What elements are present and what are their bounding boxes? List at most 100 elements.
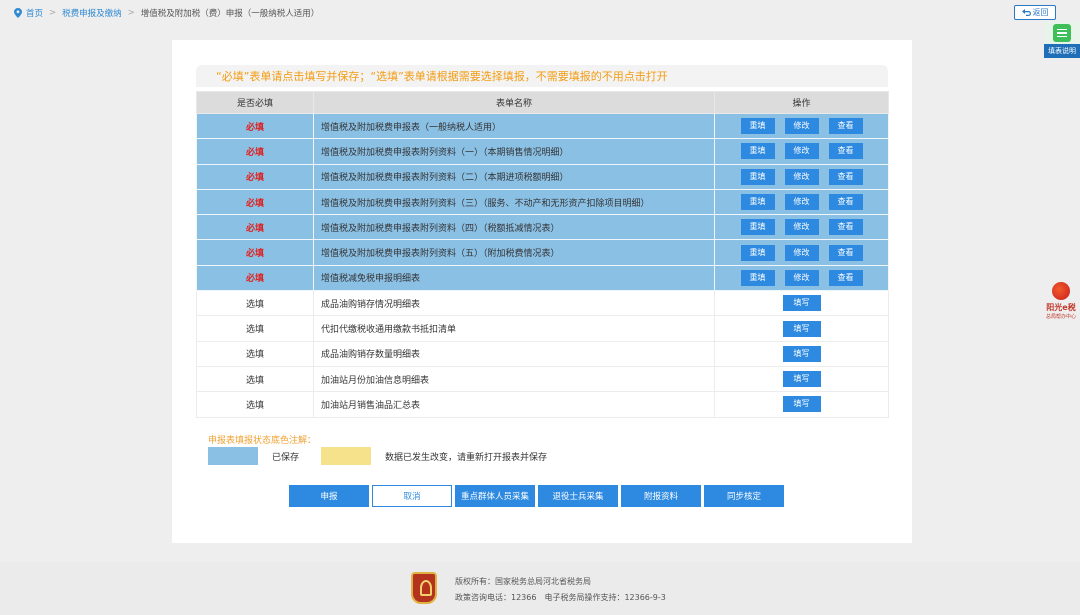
- refill-button[interactable]: 重填: [740, 244, 775, 261]
- table-row-required: 必填 增值税及附加税费申报表附列资料（四）（税额抵减情况表） 重填 修改 查看: [196, 214, 889, 241]
- header-required: 是否必填: [196, 91, 314, 114]
- required-cell: 必填: [196, 138, 314, 165]
- optional-cell: 选填: [196, 365, 314, 393]
- actions-cell: 重填 修改 查看: [714, 112, 889, 140]
- table-row-required: 必填 增值税及附加税费申报表附列资料（五）（附加税费情况表） 重填 修改 查看: [196, 239, 889, 266]
- actions-cell: 填写: [714, 340, 889, 367]
- edit-button[interactable]: 修改: [784, 244, 819, 261]
- back-button[interactable]: 返回: [1014, 5, 1056, 20]
- form-name-cell[interactable]: 加油站月份加油信息明细表: [313, 365, 715, 393]
- edit-button[interactable]: 修改: [784, 143, 819, 160]
- form-name-cell[interactable]: 增值税减免税申报明细表: [313, 264, 715, 292]
- actions-cell: 重填 修改 查看: [714, 264, 889, 292]
- refill-button[interactable]: 重填: [740, 194, 775, 211]
- form-name-cell[interactable]: 增值税及附加税费申报表附列资料（一）（本期销售情况明细）: [313, 138, 715, 165]
- table-header-row: 是否必填 表单名称 操作: [196, 91, 889, 114]
- required-label: 必填: [245, 198, 264, 209]
- header-actions: 操作: [714, 91, 889, 114]
- form-name-cell[interactable]: 增值税及附加税费申报表附列资料（五）（附加税费情况表）: [313, 239, 715, 266]
- actions-cell: 重填 修改 查看: [714, 239, 889, 266]
- form-name-cell[interactable]: 代扣代缴税收通用缴款书抵扣清单: [313, 315, 715, 342]
- view-button[interactable]: 查看: [828, 143, 863, 160]
- footer-contact: 政策咨询电话：12366 电子税务局操作支持：12366-9-3: [455, 593, 666, 602]
- form-instructions-label: 填表说明: [1044, 44, 1080, 58]
- form-name-cell[interactable]: 增值税及附加税费申报表（一般纳税人适用）: [313, 112, 715, 140]
- footer: 版权所有：国家税务总局河北省税务局 政策咨询电话：12366 电子税务局操作支持…: [0, 562, 1080, 615]
- required-label: 必填: [245, 173, 264, 184]
- edit-button[interactable]: 修改: [784, 219, 819, 236]
- form-name-cell[interactable]: 成品油购销存情况明细表: [313, 290, 715, 317]
- breadcrumb-separator: >: [49, 8, 57, 18]
- fill-button[interactable]: 填写: [782, 396, 821, 413]
- view-button[interactable]: 查看: [828, 269, 863, 286]
- required-label: 必填: [245, 249, 264, 260]
- table-row-optional: 选填 代扣代缴税收通用缴款书抵扣清单 填写: [196, 315, 889, 342]
- sunshine-etax-widget[interactable]: 阳光e税 总局帮办中心: [1042, 282, 1080, 326]
- table-row-required: 必填 增值税及附加税费申报表（一般纳税人适用） 重填 修改 查看: [196, 112, 889, 140]
- form-name-cell[interactable]: 加油站月销售油品汇总表: [313, 391, 715, 418]
- forms-table: 是否必填 表单名称 操作 必填 增值税及附加税费申报表（一般纳税人适用） 重填 修改查…: [196, 91, 889, 418]
- optional-cell: 选填: [196, 315, 314, 342]
- table-row-required: 必填 增值税及附加税费申报表附列资料（二）（本期进项税额明细） 重填 修改 查看: [196, 163, 889, 190]
- tax-bureau-emblem-icon: [411, 572, 437, 604]
- footer-copyright: 版权所有：国家税务总局河北省税务局: [455, 577, 591, 586]
- table-row-required: 必填 增值税减免税申报明细表 重填 修改 查看: [196, 264, 889, 292]
- optional-cell: 选填: [196, 290, 314, 317]
- submit-declaration-button[interactable]: 申报: [289, 485, 369, 507]
- breadcrumb-separator: >: [127, 8, 135, 18]
- form-name-cell[interactable]: 成品油购销存数量明细表: [313, 340, 715, 367]
- changed-legend-text: 数据已发生改变，请重新打开报表并保存: [385, 452, 548, 463]
- table-row-optional: 选填 成品油购销存数量明细表 填写: [196, 340, 889, 367]
- changed-color-swatch: [321, 447, 372, 465]
- status-legend-title: 申报表填报状态底色注解：: [208, 436, 317, 446]
- edit-button[interactable]: 修改: [784, 118, 819, 135]
- view-button[interactable]: 查看: [828, 168, 863, 185]
- refill-button[interactable]: 重填: [740, 168, 775, 185]
- form-name-cell[interactable]: 增值税及附加税费申报表附列资料（二）（本期进项税额明细）: [313, 163, 715, 190]
- attachments-button[interactable]: 附报资料: [621, 485, 701, 507]
- edit-button[interactable]: 修改: [784, 168, 819, 185]
- cancel-button[interactable]: 取消: [372, 485, 452, 507]
- refill-button[interactable]: 重填: [740, 219, 775, 236]
- view-button[interactable]: 查看: [828, 194, 863, 211]
- header-form-name: 表单名称: [313, 91, 715, 114]
- actions-cell: 重填 修改 查看: [714, 214, 889, 241]
- edit-button[interactable]: 修改: [784, 194, 819, 211]
- fill-button[interactable]: 填写: [782, 345, 821, 362]
- sync-verify-button[interactable]: 同步核定: [704, 485, 784, 507]
- actions-cell: 填写: [714, 290, 889, 317]
- fill-button[interactable]: 填写: [782, 295, 821, 312]
- form-name-cell[interactable]: 增值税及附加税费申报表附列资料（四）（税额抵减情况表）: [313, 214, 715, 241]
- required-cell: 必填: [196, 112, 314, 140]
- actions-cell: 填写: [714, 315, 889, 342]
- location-pin-icon: [14, 8, 22, 18]
- fill-button[interactable]: 填写: [782, 371, 821, 388]
- view-button[interactable]: 查看: [828, 244, 863, 261]
- table-row-required: 必填 增值税及附加税费申报表附列资料（一）（本期销售情况明细） 重填 修改 查看: [196, 138, 889, 165]
- required-cell: 必填: [196, 163, 314, 190]
- actions-cell: 重填 修改 查看: [714, 188, 889, 216]
- breadcrumb: 首页 > 税费申报及缴纳 > 增值税及附加税（费）申报（一般纳税人适用）: [14, 6, 319, 20]
- required-cell: 必填: [196, 214, 314, 241]
- edit-button[interactable]: 修改: [784, 269, 819, 286]
- actions-cell: 填写: [714, 365, 889, 393]
- breadcrumb-section-link[interactable]: 税费申报及缴纳: [62, 7, 122, 19]
- saved-legend-text: 已保存: [272, 452, 300, 463]
- veteran-collect-button[interactable]: 退役士兵采集: [538, 485, 618, 507]
- required-label: 必填: [245, 122, 264, 133]
- view-button[interactable]: 查看: [828, 219, 863, 236]
- table-row-optional: 选填 成品油购销存情况明细表 填写: [196, 290, 889, 317]
- breadcrumb-home-link[interactable]: 首页: [26, 7, 43, 19]
- key-group-collect-button[interactable]: 重点群体人员采集: [455, 485, 535, 507]
- refill-button[interactable]: 重填: [740, 118, 775, 135]
- form-instructions-widget[interactable]: 填表说明: [1044, 22, 1080, 58]
- refill-button[interactable]: 重填: [740, 143, 775, 160]
- document-icon: [1053, 24, 1071, 42]
- required-label: 必填: [245, 223, 264, 234]
- fill-button[interactable]: 填写: [782, 320, 821, 337]
- brand-name: 阳光e税: [1046, 303, 1076, 312]
- form-name-cell[interactable]: 增值税及附加税费申报表附列资料（三）（服务、不动产和无形资产扣除项目明细）: [313, 188, 715, 216]
- refill-button[interactable]: 重填: [740, 269, 775, 286]
- view-button[interactable]: 查看: [828, 118, 863, 135]
- required-cell: 必填: [196, 264, 314, 292]
